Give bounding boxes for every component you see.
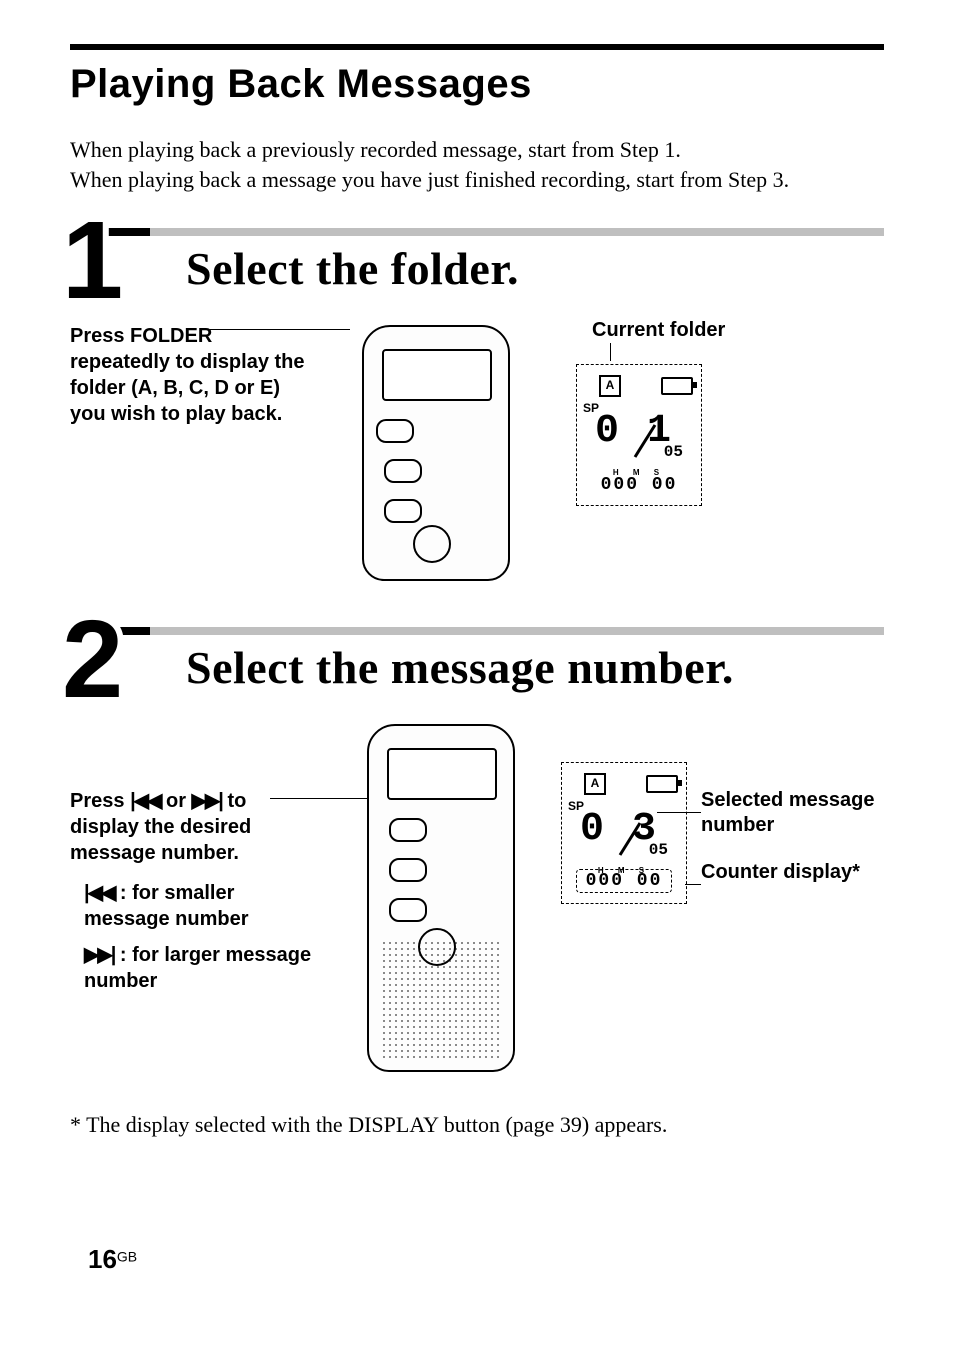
- callout-line: [210, 329, 350, 330]
- lcd-folder-letter: A: [584, 773, 606, 795]
- step-2-number: 2: [62, 605, 123, 715]
- lcd-counter: 000 00: [576, 869, 672, 893]
- step-2-title: Select the message number.: [162, 641, 734, 694]
- next-icon: ▶▶|: [192, 790, 222, 812]
- label-selected-message-number: Selected message number: [701, 788, 884, 838]
- step-2-instruction-block: Press |◀◀ or ▶▶| to display the desired …: [70, 718, 313, 1004]
- label-counter-display: Counter display*: [701, 860, 884, 885]
- top-rule: [70, 44, 884, 50]
- callout-line: [610, 343, 611, 361]
- battery-icon: [661, 377, 693, 395]
- step-2-sub-prev: |◀◀ : for smaller message number: [84, 880, 313, 932]
- step-1-instruction-text: Press FOLDER repeatedly to display the f…: [70, 325, 305, 425]
- lcd-counter: 000 00: [591, 475, 687, 495]
- prev-icon: |◀◀: [84, 882, 114, 904]
- step-1: 1 Select the folder. Press FOLDER repeat…: [70, 228, 884, 587]
- footnote: * The display selected with the DISPLAY …: [70, 1112, 884, 1138]
- page-number-value: 16: [88, 1244, 117, 1274]
- lcd-display-1: A SP 0 1 05 H M S 000 00: [576, 364, 702, 506]
- page-title: Playing Back Messages: [70, 62, 884, 107]
- intro-text: When playing back a previously recorded …: [70, 135, 884, 194]
- step-2-instruction: Press |◀◀ or ▶▶| to display the desired …: [70, 788, 313, 866]
- step-2: 2 Select the message number. Press |◀◀ o…: [70, 627, 884, 1078]
- callout-line: [685, 884, 701, 885]
- lcd-display-2: A SP 0 3 05 H M S 000 00: [561, 762, 687, 904]
- battery-icon: [646, 775, 678, 793]
- lcd-folder-letter: A: [599, 375, 621, 397]
- display-caption-current-folder: Current folder: [592, 319, 725, 342]
- step-1-title: Select the folder.: [162, 242, 519, 295]
- step-2-sub-next: ▶▶| : for larger message number: [84, 942, 313, 994]
- device-illustration-2: [331, 718, 543, 1078]
- lcd-total: 05: [664, 443, 683, 461]
- next-icon: ▶▶|: [84, 944, 114, 966]
- device-illustration-1: [326, 319, 538, 587]
- page-number: 16GB: [88, 1244, 137, 1275]
- page-number-suffix: GB: [117, 1249, 137, 1265]
- step-1-number: 1: [62, 206, 123, 316]
- step-1-instruction: Press FOLDER repeatedly to display the f…: [70, 319, 308, 427]
- callout-line: [657, 812, 701, 813]
- lcd-total: 05: [649, 841, 668, 859]
- prev-icon: |◀◀: [130, 790, 160, 812]
